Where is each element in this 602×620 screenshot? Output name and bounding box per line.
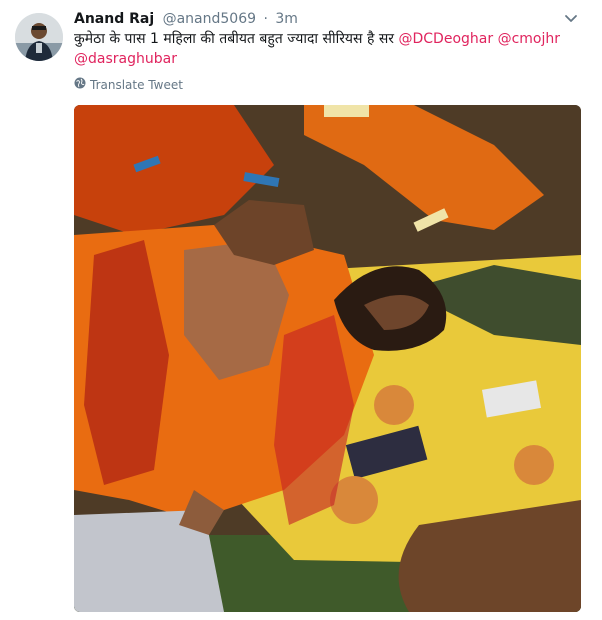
tweet-photo[interactable] xyxy=(74,105,581,612)
chevron-down-icon[interactable] xyxy=(563,11,579,27)
globe-icon xyxy=(74,77,86,92)
avatar[interactable] xyxy=(15,13,63,61)
mention-link[interactable]: @cmojhr xyxy=(498,31,560,47)
tweet: Anand Raj @anand5069 · 3m कुमेठा के पास … xyxy=(0,0,602,620)
tweet-text: कुमेठा के पास 1 महिला की तबीयत बहुत ज्या… xyxy=(74,29,579,69)
author-name[interactable]: Anand Raj xyxy=(74,11,154,27)
translate-tweet-link[interactable]: Translate Tweet xyxy=(74,77,183,92)
translate-label: Translate Tweet xyxy=(90,77,183,92)
separator-dot: · xyxy=(263,11,268,27)
mention-link[interactable]: @dasraghubar xyxy=(74,51,177,67)
author-handle[interactable]: @anand5069 xyxy=(163,11,256,27)
mention-link[interactable]: @DCDeoghar xyxy=(399,31,494,47)
tweet-body: कुमेठा के पास 1 महिला की तबीयत बहुत ज्या… xyxy=(74,31,395,47)
tweet-header: Anand Raj @anand5069 · 3m xyxy=(74,10,298,28)
timestamp[interactable]: 3m xyxy=(275,11,298,27)
